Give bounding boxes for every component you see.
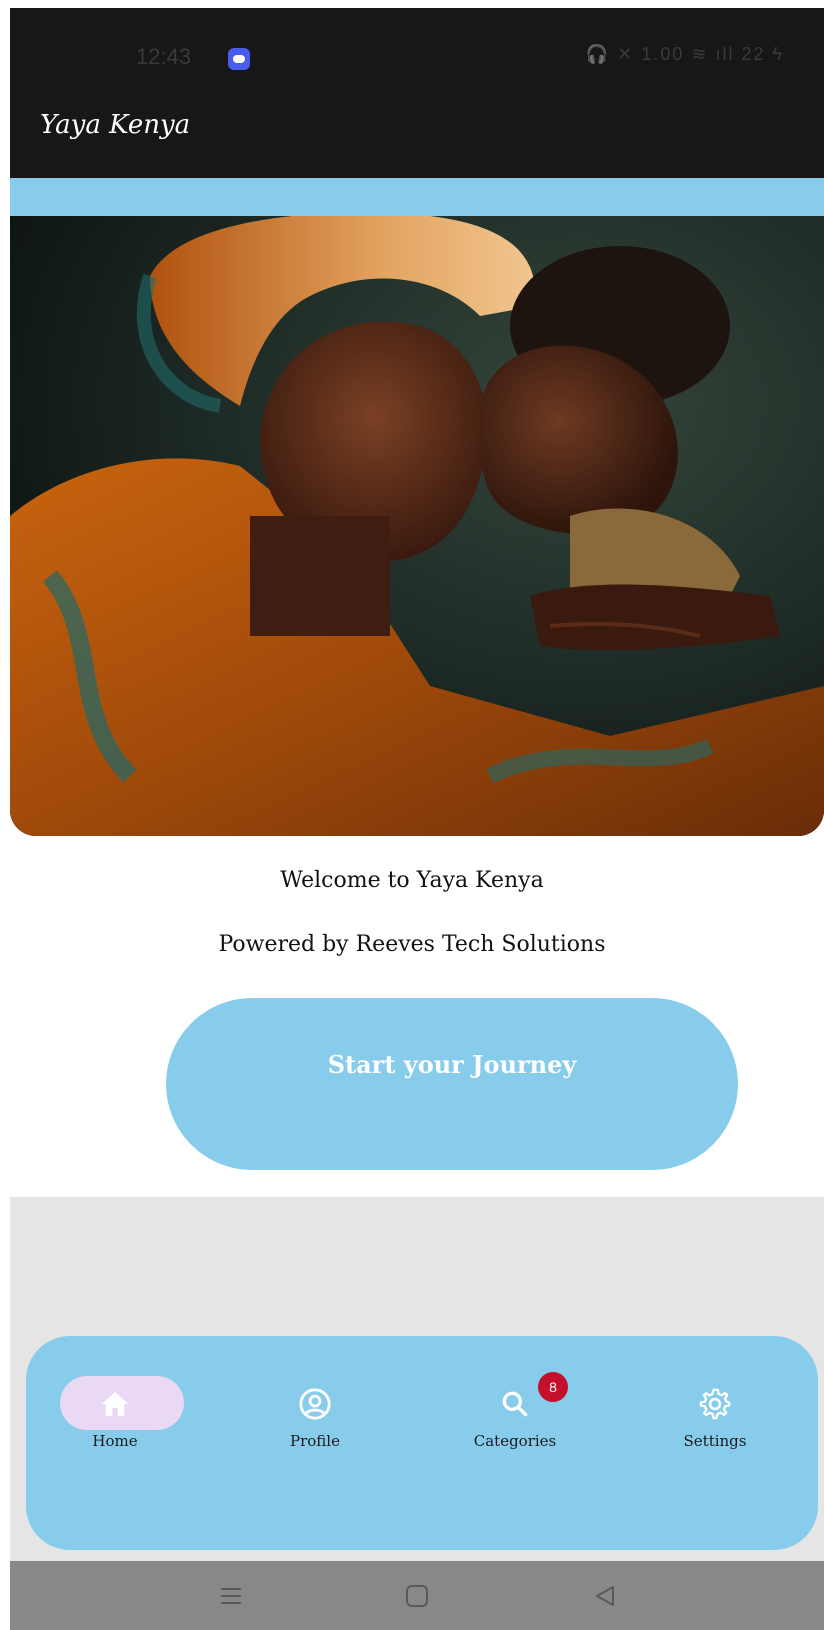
system-navigation-bar (10, 1561, 824, 1630)
nav-item-profile[interactable]: Profile (230, 1356, 400, 1456)
app-title: Yaya Kenya (40, 110, 191, 140)
hero-painting (10, 216, 824, 836)
app-screen: 12:43 🎧 ✕ 1.00 ≋ ıll 22 ϟ Yaya Kenya Wel… (0, 0, 824, 1630)
menu-icon[interactable] (216, 1581, 246, 1611)
nav-item-categories[interactable]: 8 Categories (430, 1356, 600, 1456)
powered-by-text: Powered by Reeves Tech Solutions (218, 932, 606, 957)
search-icon (497, 1386, 533, 1422)
welcome-text: Welcome to Yaya Kenya (280, 868, 544, 893)
start-journey-label: Start your Journey (327, 1050, 577, 1079)
nav-label-profile: Profile (290, 1432, 340, 1450)
status-time: 12:43 (136, 44, 192, 69)
start-journey-button[interactable]: Start your Journey (166, 998, 738, 1170)
nav-label-home: Home (92, 1432, 138, 1450)
nav-item-settings[interactable]: Settings (630, 1356, 800, 1456)
back-icon[interactable] (590, 1581, 620, 1611)
nav-item-home[interactable]: Home (30, 1356, 200, 1456)
app-bar: Yaya Kenya (10, 88, 824, 178)
status-bar: 12:43 🎧 ✕ 1.00 ≋ ıll 22 ϟ (10, 8, 824, 88)
categories-badge: 8 (538, 1372, 568, 1402)
gear-icon (697, 1386, 733, 1422)
status-icons: 🎧 ✕ 1.00 ≋ ıll 22 ϟ (585, 44, 784, 64)
profile-icon (297, 1386, 333, 1422)
nav-label-categories: Categories (473, 1432, 557, 1450)
weather-notification-icon (228, 48, 250, 70)
home-icon (97, 1386, 133, 1422)
header-accent-strip (10, 178, 824, 216)
home-square-icon[interactable] (402, 1581, 432, 1611)
hero-image (10, 216, 824, 836)
bottom-navigation: Home Profile 8 Categories Settings (26, 1336, 818, 1550)
nav-label-settings: Settings (683, 1432, 747, 1450)
